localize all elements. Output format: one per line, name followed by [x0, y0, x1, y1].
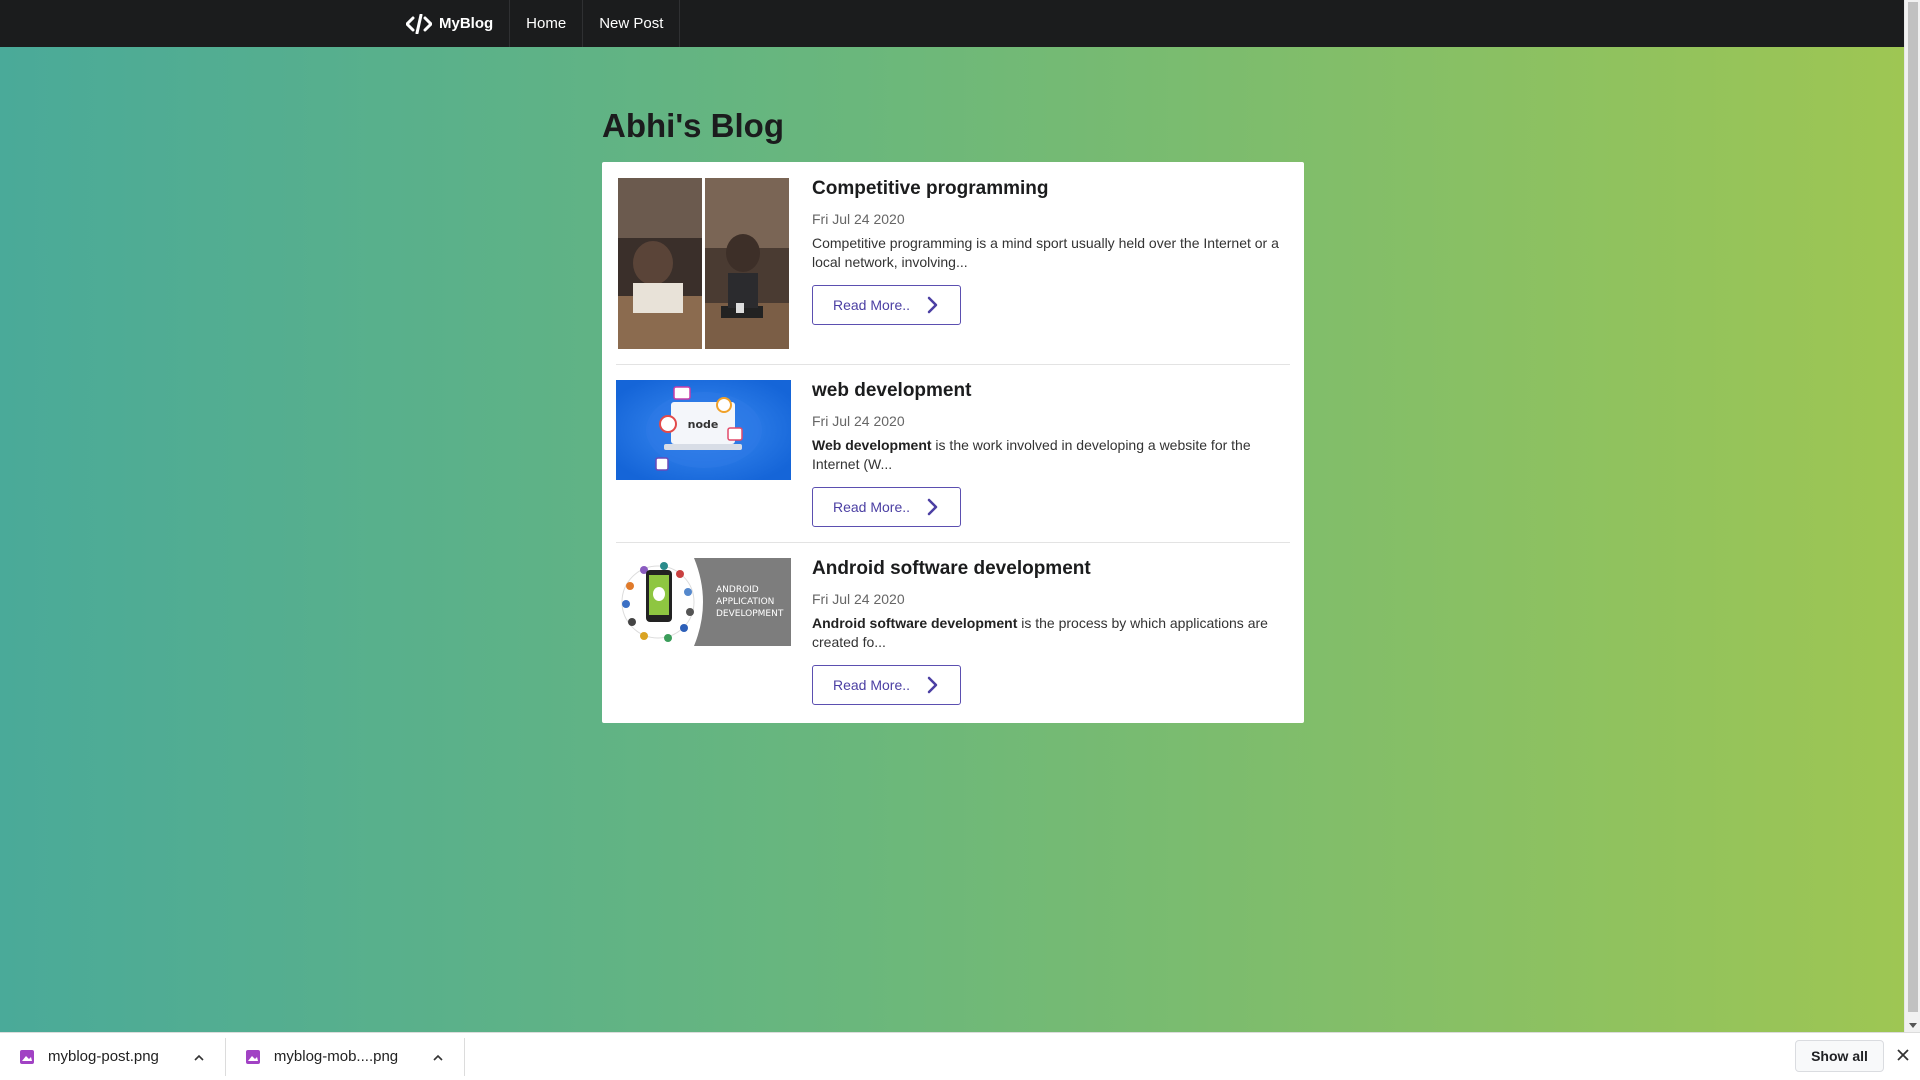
download-item[interactable]: myblog-post.png	[0, 1037, 226, 1076]
post-date: Fri Jul 24 2020	[812, 591, 905, 607]
node-logo-text: node	[688, 418, 719, 431]
post-body: web development Fri Jul 24 2020 Web deve…	[812, 380, 1290, 527]
chevron-up-icon[interactable]	[432, 1053, 444, 1061]
post-body: Competitive programming Fri Jul 24 2020 …	[812, 178, 1290, 349]
download-filename: myblog-post.png	[48, 1048, 159, 1065]
post-excerpt-text: Competitive programming is a mind sport …	[812, 235, 1279, 270]
post-item: ANDROID APPLICATION DEVELOPMENT Android …	[616, 558, 1290, 709]
show-all-button[interactable]: Show all	[1795, 1040, 1884, 1072]
android-label-line1: ANDROID	[716, 585, 759, 595]
main-content: Abhi's Blog Competitive programming Fri …	[0, 47, 1904, 1032]
post-excerpt: Web development is the work involved in …	[812, 436, 1290, 474]
chevron-up-icon[interactable]	[193, 1053, 205, 1061]
post-excerpt-bold: Android software development	[812, 615, 1018, 631]
nav-brand-label: MyBlog	[439, 15, 494, 32]
post-excerpt: Android software development is the proc…	[812, 614, 1290, 652]
android-development-image: ANDROID APPLICATION DEVELOPMENT	[616, 558, 791, 646]
post-excerpt-bold: Web development	[812, 437, 932, 453]
post-item: Competitive programming Fri Jul 24 2020 …	[616, 178, 1290, 365]
nav-brand[interactable]: MyBlog	[392, 0, 511, 47]
android-label-line3: DEVELOPMENT	[716, 609, 784, 619]
post-thumbnail	[616, 178, 791, 349]
post-thumbnail: node	[616, 380, 791, 527]
read-more-label: Read More..	[833, 297, 911, 313]
chevron-right-icon	[926, 296, 938, 314]
post-item: node web development Fri Jul 24 2020 Web…	[616, 380, 1290, 543]
post-title[interactable]: Android software development	[812, 558, 1290, 580]
code-icon	[406, 13, 432, 34]
read-more-label: Read More..	[833, 677, 911, 693]
read-more-button[interactable]: Read More..	[812, 285, 961, 325]
nav-new-post-link[interactable]: New Post	[583, 0, 681, 47]
read-more-button[interactable]: Read More..	[812, 487, 961, 527]
page-title: Abhi's Blog	[602, 107, 784, 144]
scroll-down-arrow-icon[interactable]	[1909, 1023, 1917, 1028]
image-file-icon	[245, 1049, 260, 1064]
post-title[interactable]: web development	[812, 380, 1290, 402]
post-list: Competitive programming Fri Jul 24 2020 …	[602, 162, 1304, 723]
post-thumbnail: ANDROID APPLICATION DEVELOPMENT	[616, 558, 791, 705]
android-label-line2: APPLICATION	[716, 597, 774, 607]
image-file-icon	[20, 1049, 34, 1064]
top-navbar: MyBlog Home New Post	[0, 0, 1904, 47]
post-date: Fri Jul 24 2020	[812, 413, 905, 429]
post-title[interactable]: Competitive programming	[812, 178, 1290, 200]
chevron-right-icon	[926, 498, 938, 516]
downloads-bar: myblog-post.png myblog-mob....png Show a…	[0, 1032, 1920, 1080]
chevron-right-icon	[926, 676, 938, 694]
post-excerpt: Competitive programming is a mind sport …	[812, 234, 1290, 272]
web-development-image: node	[616, 380, 791, 480]
post-body: Android software development Fri Jul 24 …	[812, 558, 1290, 705]
post-date: Fri Jul 24 2020	[812, 211, 905, 227]
close-icon[interactable]	[1896, 1048, 1910, 1062]
read-more-button[interactable]: Read More..	[812, 665, 961, 705]
page-scrollbar[interactable]	[1904, 0, 1920, 1032]
download-filename: myblog-mob....png	[273, 1048, 399, 1065]
competitive-programming-photo	[618, 178, 789, 349]
scrollbar-thumb[interactable]	[1908, 2, 1918, 1012]
download-item[interactable]: myblog-mob....png	[226, 1037, 466, 1076]
read-more-label: Read More..	[833, 499, 911, 515]
nav-home-link[interactable]: Home	[510, 0, 584, 47]
